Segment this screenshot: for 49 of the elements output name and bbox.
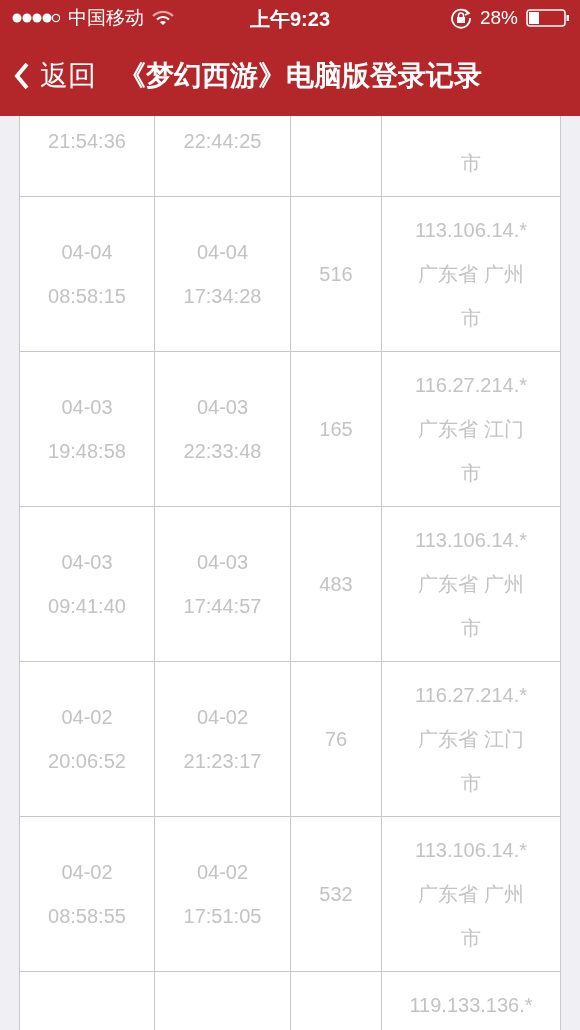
battery-percent: 28% bbox=[479, 7, 518, 29]
start-date: 04-02 bbox=[61, 860, 113, 885]
end-time: 17:34:28 bbox=[183, 284, 262, 309]
ip-address: 116.27.214.* bbox=[415, 373, 527, 398]
clock-time: 上午9:23 bbox=[250, 7, 330, 32]
back-button[interactable]: 返回 bbox=[14, 57, 96, 95]
rotation-lock-icon bbox=[449, 7, 472, 29]
page-title: 《梦幻西游》电脑版登录记录 bbox=[118, 59, 482, 93]
end-date: 04-04 bbox=[196, 240, 249, 265]
ip-address: 113.106.14.* bbox=[415, 528, 527, 553]
carrier-name: 中国移动 bbox=[68, 6, 144, 30]
end-date: 04-02 bbox=[196, 860, 249, 885]
end-date: 04-03 bbox=[196, 395, 249, 420]
start-time: 08:58:15 bbox=[48, 284, 126, 309]
end-time: 17:44:57 bbox=[183, 594, 262, 619]
start-time: 19:48:58 bbox=[48, 439, 126, 464]
start-date: 04-03 bbox=[61, 395, 113, 420]
end-time: 17:51:05 bbox=[183, 904, 262, 929]
chevron-icon bbox=[14, 62, 30, 90]
end-time: 22:33:48 bbox=[183, 439, 262, 464]
end-time: 21:23:17 bbox=[183, 749, 262, 774]
duration: 516 bbox=[319, 262, 353, 287]
location: 广东省 广州市 bbox=[417, 572, 525, 641]
battery-icon bbox=[526, 9, 570, 27]
duration: 483 bbox=[319, 572, 353, 597]
end-time: 22:44:25 bbox=[183, 129, 262, 154]
location: 广东省 江门市 bbox=[417, 727, 525, 796]
ip-address: 119.133.136.* bbox=[409, 993, 533, 1018]
start-date: 04-02 bbox=[61, 705, 113, 730]
wifi-icon bbox=[152, 10, 174, 26]
location: 广东省 江门市 bbox=[417, 417, 525, 486]
duration: 76 bbox=[324, 727, 348, 752]
start-time: 09:41:40 bbox=[48, 594, 126, 619]
location: 广东省 广州市 bbox=[417, 262, 525, 331]
location: 市 bbox=[460, 151, 482, 176]
start-date: 04-03 bbox=[61, 550, 113, 575]
ip-address: 113.106.14.* bbox=[415, 218, 527, 243]
location: 广东省 广州市 bbox=[417, 882, 525, 951]
start-time: 20:06:52 bbox=[48, 749, 126, 774]
start-time: 21:54:36 bbox=[48, 129, 126, 154]
start-time: 08:58:55 bbox=[48, 904, 126, 929]
end-date: 04-03 bbox=[196, 550, 249, 575]
duration: 532 bbox=[319, 882, 353, 907]
signal-icon bbox=[12, 12, 60, 24]
duration: 165 bbox=[319, 417, 353, 442]
ip-address: 116.27.214.* bbox=[415, 683, 527, 708]
start-date: 04-04 bbox=[61, 240, 113, 265]
end-date: 04-02 bbox=[196, 705, 249, 730]
ip-address: 113.106.14.* bbox=[415, 838, 527, 863]
